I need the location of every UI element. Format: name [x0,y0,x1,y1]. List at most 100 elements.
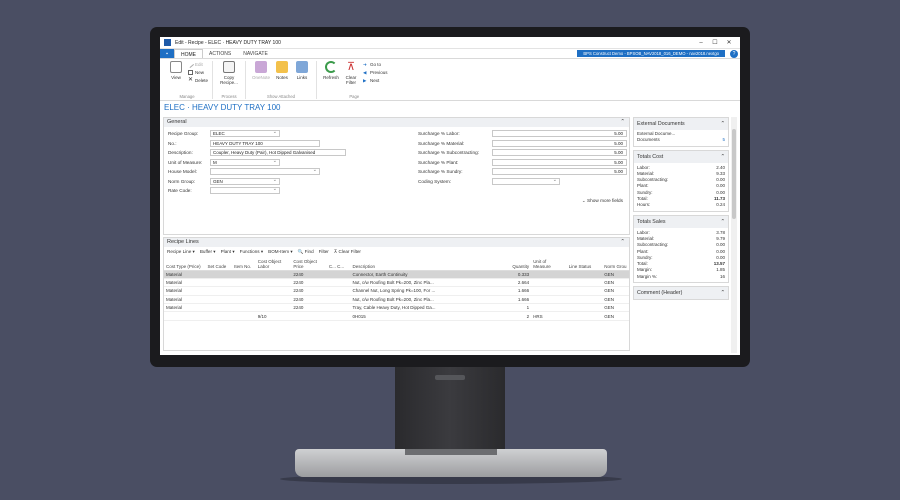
table-cell [566,295,603,305]
table-cell: 2240 [291,278,327,288]
table-cell [232,295,256,305]
toolbar-action[interactable]: Recipe Line ▾ [167,249,195,255]
edit-button[interactable]: Edit [186,60,208,69]
table-cell [531,295,567,305]
toolbar-action[interactable]: Plant ▾ [221,249,235,255]
table-cell: Nut, c/w Roofing Bolt Pk=200, Zinc Pla..… [350,278,499,288]
field-row: Rate Code: [164,186,414,196]
toolbar-action[interactable]: ⊼ Clear Filter [334,249,361,255]
table-cell: 2240 [291,303,327,313]
column-header[interactable]: C... C... [326,256,351,271]
monitor-stand-neck [395,367,505,452]
field-input[interactable] [492,177,560,185]
scrollbar-thumb[interactable] [732,129,736,219]
field-input[interactable]: M [210,158,280,166]
collapse-icon[interactable]: ⌃ [620,238,629,247]
column-header[interactable]: Cost Type (Price) [164,256,206,271]
field-input[interactable] [210,186,280,195]
table-cell: Nut, c/w Roofing Bolt Pk=200, Zinc Pla..… [350,295,499,305]
tab-actions[interactable]: ACTIONS [203,49,237,58]
table-cell: 2.664 [498,278,532,288]
ribbon-tabs: ▪ HOME ACTIONS NAVIGATE BPS Construct De… [160,49,740,59]
app-window: Edit - Recipe - ELEC · HEAVY DUTY TRAY 1… [160,37,740,355]
table-cell: 2240 [291,270,327,279]
show-more-fields-link[interactable]: ⌄ Show more fields [164,196,629,205]
column-header[interactable]: Line Status [566,256,603,271]
recipe-lines-header[interactable]: Recipe Lines ⌃ [164,238,629,247]
factbox-value[interactable]: 5 [722,137,725,143]
field-row: House Model: [164,167,414,177]
general-header[interactable]: General ⌃ [164,118,629,127]
help-button[interactable]: ? [730,50,738,58]
field-input[interactable]: 5.00 [492,168,627,176]
collapse-icon[interactable]: ⌃ [721,287,728,299]
column-header[interactable]: Unit of Measure [531,256,567,271]
group-label-show-attached: Show Attached [267,94,295,99]
table-cell: GEN [602,286,629,296]
previous-button[interactable]: ◀ Previous [363,69,388,76]
goto-button[interactable]: ➜ Go to [363,61,388,68]
field-input[interactable]: 5.00 [492,149,627,157]
field-input[interactable]: HEAVY DUTY TRAY 100 [210,139,320,147]
column-header[interactable]: Quantity [498,256,532,271]
table-row[interactable]: Material 2240 Nut, c/w Roofing Bolt Pk=200… [164,295,629,305]
table-row[interactable]: Material 2240 Nut, c/w Roofing Bolt Pk=200… [164,278,629,288]
field-label: Description: [168,150,193,156]
toolbar-action[interactable]: Functions ▾ [240,249,264,255]
column-header[interactable]: Set Code [205,256,233,271]
field-label: Coding System: [418,178,452,184]
field-input[interactable]: Coupler, Heavy Duty (Pair), Hot Dipped G… [210,149,346,157]
collapse-icon[interactable]: ⌃ [620,118,629,127]
tab-home[interactable]: HOME [174,49,203,58]
collapse-icon[interactable]: ⌃ [721,151,728,163]
next-button[interactable]: ▶ Next [363,77,388,84]
table-row[interactable]: Material 2240 Channel Nut, Long Spring Pk=… [164,286,629,296]
factbox-row: Documents 5 [634,137,728,143]
table-cell [255,303,292,313]
column-header[interactable]: Cost Object Price [291,256,327,271]
factbox-value: 0.24 [716,202,725,208]
close-button[interactable]: ✕ [722,39,736,46]
toolbar-action[interactable]: BOM-Item ▾ [268,249,293,255]
table-row[interactable]: Material 2240 Tray, Cable Heavy Duty, Hot … [164,303,629,313]
field-input[interactable]: 5.00 [492,130,627,138]
company-badge: BPS Construct Demo - BPSOB_NAV2018_016_D… [577,50,725,57]
table-row[interactable]: Material 2240 Connector, Earth Continuity 0… [164,270,629,279]
table-cell [232,311,256,321]
collapse-icon[interactable]: ⌃ [721,216,728,228]
table-cell [326,286,351,296]
new-button[interactable]: New [188,69,208,76]
copy-icon [223,61,236,73]
tab-navigate[interactable]: NAVIGATE [237,49,274,58]
maximize-button[interactable]: ☐ [708,39,722,46]
table-cell [255,286,292,296]
collapse-icon[interactable]: ⌃ [721,118,728,130]
factbox-label: Hours: [637,202,651,208]
minimize-button[interactable]: – [694,40,708,46]
factbox-scrollbar[interactable] [731,117,737,353]
toolbar-action[interactable]: 🔍 Find [298,249,314,255]
field-row: Norm Group: GEN [164,177,414,187]
toolbar-action[interactable]: Buffer ▾ [200,249,216,255]
field-input[interactable]: 5.00 [492,158,627,166]
table-cell [255,270,292,279]
field-input[interactable]: 5.00 [492,139,627,147]
table-cell [232,278,256,288]
delete-button[interactable]: ✕ Delete [188,77,208,84]
column-header[interactable]: Cost Object Labor [255,256,292,271]
field-label: Surcharge % Subcontracting: [418,150,479,156]
table-cell [531,303,567,313]
table-row[interactable]: 9/10 0H015 2 HRS GEN [164,311,629,321]
ribbon-group-process: Copy Recipe... Process [213,61,247,99]
column-header[interactable]: Norm Grou [602,256,629,271]
field-input[interactable]: ELEC [210,129,280,138]
toolbar-action[interactable]: Filter [319,249,329,254]
field-label: Norm Group: [168,178,196,184]
column-header[interactable]: Item No. [232,256,256,271]
table-cell [164,311,206,321]
table-cell [326,278,351,288]
column-header[interactable]: Description [350,256,499,271]
file-menu-button[interactable]: ▪ [160,49,174,58]
field-input[interactable] [210,167,320,176]
field-input[interactable]: GEN [210,177,280,185]
